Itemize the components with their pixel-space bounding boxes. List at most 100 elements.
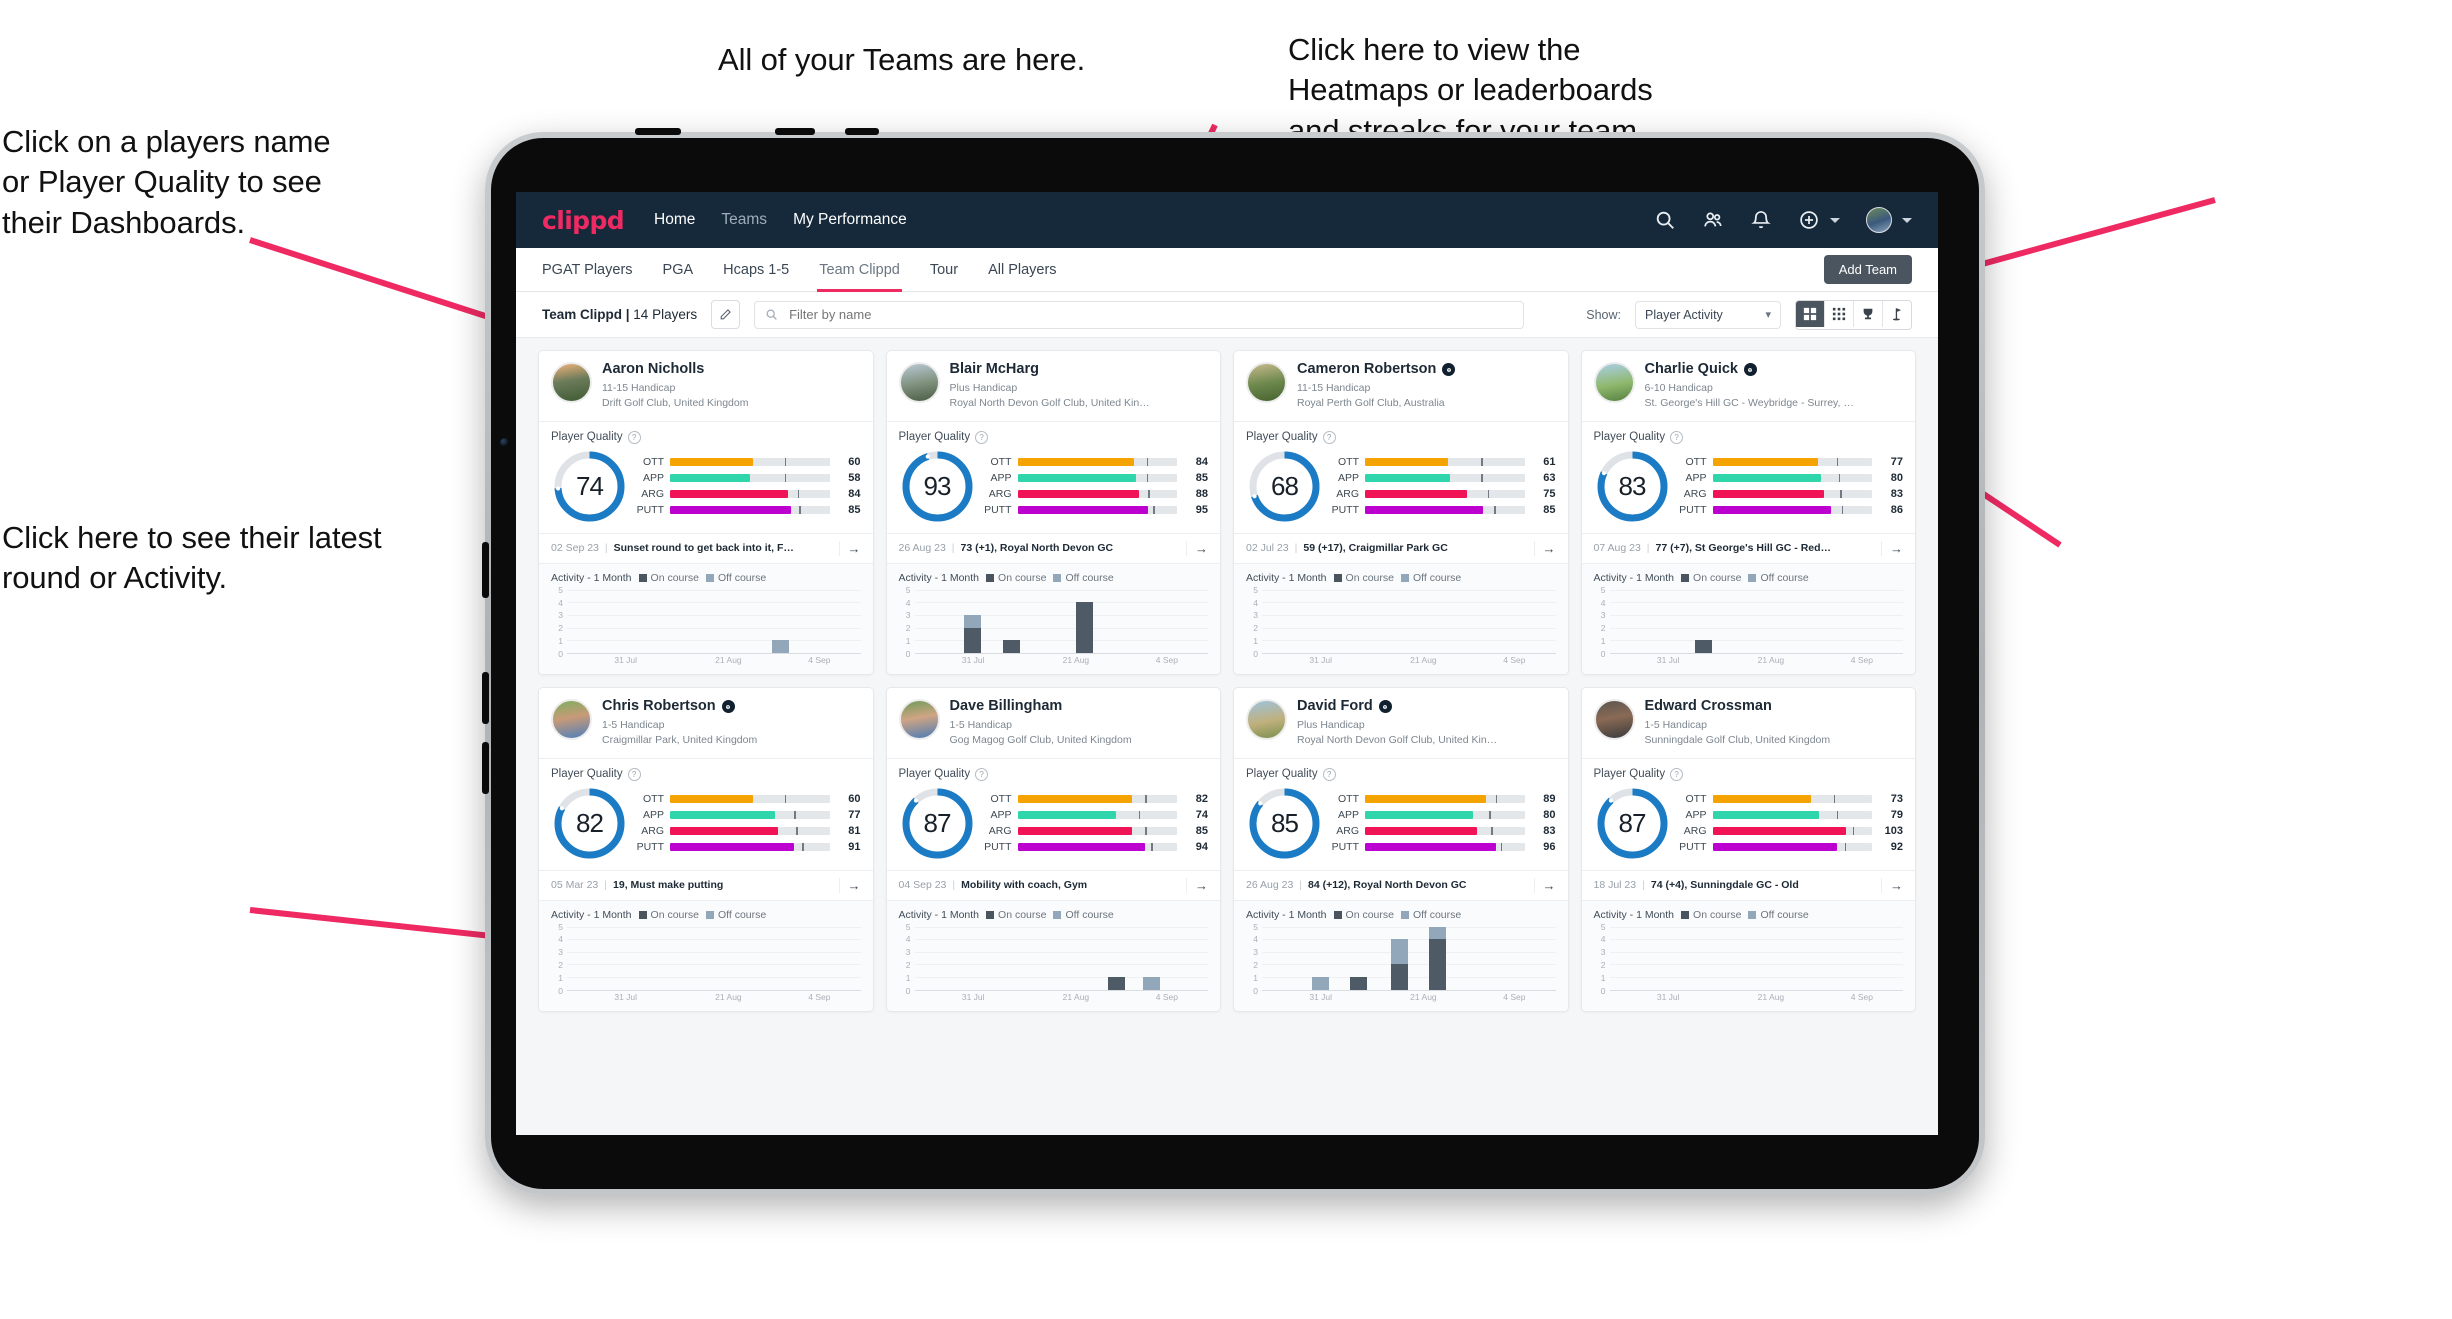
player-header[interactable]: Dave Billingham 1-5 Handicap Gog Magog G… (887, 688, 1221, 758)
player-quality-section[interactable]: Player Quality ? 68 OTT 61 APP 63 ARG 75… (1234, 420, 1568, 533)
trophy-view-icon[interactable] (1854, 300, 1883, 327)
player-card[interactable]: Edward Crossman 1-5 Handicap Sunningdale… (1580, 686, 1916, 1012)
player-quality-section[interactable]: Player Quality ? 85 OTT 89 APP 80 ARG 83… (1234, 757, 1568, 870)
player-avatar[interactable] (551, 362, 592, 403)
activity-bar[interactable] (1143, 976, 1161, 990)
grid-view-icon[interactable] (1796, 300, 1825, 327)
activity-bar[interactable] (1002, 640, 1020, 653)
player-name-row[interactable]: Dave Billingham (950, 698, 1132, 715)
player-name-row[interactable]: Aaron Nicholls (602, 361, 748, 378)
player-card[interactable]: David Ford Plus Handicap Royal North Dev… (1233, 686, 1569, 1012)
tab-all-players[interactable]: All Players (988, 248, 1057, 292)
help-icon[interactable]: ? (975, 430, 989, 444)
player-quality-section[interactable]: Player Quality ? 87 OTT 82 APP 74 ARG 85… (886, 757, 1220, 870)
latest-activity-row[interactable]: 04 Sep 23 | Mobility with coach, Gym → (886, 869, 1220, 900)
search-field[interactable] (754, 300, 1525, 329)
activity-bar[interactable] (1108, 976, 1126, 990)
player-quality-section[interactable]: Player Quality ? 74 OTT 60 APP 58 ARG 84… (539, 420, 873, 533)
activity-bar[interactable] (1694, 640, 1712, 653)
player-name[interactable]: Cameron Robertson (1297, 361, 1436, 378)
player-card[interactable]: Blair McHarg Plus Handicap Royal North D… (885, 350, 1221, 675)
show-select[interactable]: Player Activity ▾ (1635, 300, 1781, 329)
player-name[interactable]: Charlie Quick (1645, 361, 1738, 378)
help-icon[interactable]: ? (1322, 430, 1336, 444)
add-circle-icon[interactable] (1798, 209, 1820, 231)
player-card[interactable]: Chris Robertson 1-5 Handicap Craigmillar… (538, 686, 874, 1012)
avatar[interactable] (1866, 207, 1892, 233)
latest-activity-row[interactable]: 07 Aug 23 | 77 (+7), St George's Hill GC… (1581, 532, 1915, 563)
arrow-right-icon[interactable]: → (1533, 877, 1556, 893)
arrow-right-icon[interactable]: → (1186, 540, 1208, 556)
player-header[interactable]: Aaron Nicholls 11-15 Handicap Drift Golf… (539, 351, 873, 421)
player-avatar[interactable] (898, 698, 940, 740)
nav-item-teams[interactable]: Teams (721, 211, 767, 229)
player-avatar[interactable] (551, 698, 592, 740)
bell-icon[interactable] (1750, 209, 1772, 231)
player-card[interactable]: Aaron Nicholls 11-15 Handicap Drift Golf… (538, 350, 874, 675)
activity-bar[interactable] (1391, 939, 1409, 990)
player-name[interactable]: Aaron Nicholls (602, 361, 704, 378)
arrow-right-icon[interactable]: → (1881, 877, 1903, 893)
player-card[interactable]: Dave Billingham 1-5 Handicap Gog Magog G… (885, 686, 1221, 1012)
player-header[interactable]: Chris Robertson 1-5 Handicap Craigmillar… (539, 688, 873, 758)
player-quality-section[interactable]: Player Quality ? 87 OTT 73 APP 79 ARG 10… (1581, 757, 1915, 870)
latest-activity-row[interactable]: 18 Jul 23 | 74 (+4), Sunningdale GC - Ol… (1581, 869, 1915, 900)
player-avatar[interactable] (1593, 362, 1635, 403)
tab-team-clippd[interactable]: Team Clippd (817, 248, 902, 292)
player-avatar[interactable] (1593, 698, 1635, 740)
latest-activity-row[interactable]: 02 Jul 23 | 59 (+17), Craigmillar Park G… (1234, 532, 1568, 563)
flag-view-icon[interactable] (1883, 300, 1911, 327)
dense-grid-view-icon[interactable] (1825, 300, 1854, 327)
player-name[interactable]: David Ford (1297, 698, 1373, 715)
tab-hcaps-1-5[interactable]: Hcaps 1-5 (723, 248, 789, 292)
add-team-button[interactable]: Add Team (1823, 255, 1912, 284)
help-icon[interactable]: ? (1670, 767, 1684, 781)
arrow-right-icon[interactable]: → (838, 877, 861, 893)
player-header[interactable]: Cameron Robertson 11-15 Handicap Royal P… (1234, 351, 1568, 421)
player-name-row[interactable]: Blair McHarg (950, 361, 1150, 378)
player-header[interactable]: David Ford Plus Handicap Royal North Dev… (1234, 688, 1568, 758)
activity-bar[interactable] (1311, 976, 1329, 990)
player-name[interactable]: Chris Robertson (602, 698, 716, 715)
help-icon[interactable]: ? (975, 767, 989, 781)
help-icon[interactable]: ? (1322, 767, 1336, 781)
player-name-row[interactable]: David Ford (1297, 698, 1497, 715)
player-quality-section[interactable]: Player Quality ? 93 OTT 84 APP 85 ARG 88… (886, 420, 1220, 533)
help-icon[interactable]: ? (1670, 430, 1684, 444)
latest-activity-row[interactable]: 26 Aug 23 | 73 (+1), Royal North Devon G… (886, 532, 1220, 563)
player-name-row[interactable]: Edward Crossman (1645, 698, 1831, 715)
player-avatar[interactable] (1246, 698, 1287, 740)
arrow-right-icon[interactable]: → (838, 540, 861, 556)
add-menu-chevron-down-icon[interactable] (1830, 217, 1840, 223)
activity-bar[interactable] (1075, 602, 1093, 653)
latest-activity-row[interactable]: 26 Aug 23 | 84 (+12), Royal North Devon … (1234, 869, 1568, 900)
player-card[interactable]: Cameron Robertson 11-15 Handicap Royal P… (1233, 350, 1569, 675)
help-icon[interactable]: ? (627, 767, 641, 781)
player-header[interactable]: Blair McHarg Plus Handicap Royal North D… (887, 351, 1221, 421)
search-icon[interactable] (1654, 209, 1676, 231)
player-header[interactable]: Edward Crossman 1-5 Handicap Sunningdale… (1582, 688, 1916, 758)
tab-pga[interactable]: PGA (663, 248, 694, 292)
nav-item-home[interactable]: Home (654, 211, 695, 229)
activity-bar[interactable] (1429, 926, 1447, 990)
activity-bar[interactable] (772, 640, 790, 653)
nav-item-my-performance[interactable]: My Performance (793, 211, 907, 229)
arrow-right-icon[interactable]: → (1881, 540, 1903, 556)
player-card[interactable]: Charlie Quick 6-10 Handicap St. George's… (1580, 350, 1916, 675)
clippd-logo[interactable]: clippd (542, 206, 625, 235)
activity-bar[interactable] (1350, 976, 1368, 990)
activity-bar[interactable] (964, 614, 982, 653)
latest-activity-row[interactable]: 05 Mar 23 | 19, Must make putting → (539, 869, 873, 900)
player-avatar[interactable] (1246, 362, 1287, 403)
player-quality-section[interactable]: Player Quality ? 83 OTT 77 APP 80 ARG 83… (1581, 420, 1915, 533)
profile-chevron-down-icon[interactable] (1902, 217, 1912, 223)
player-name[interactable]: Blair McHarg (950, 361, 1039, 378)
help-icon[interactable]: ? (627, 430, 641, 444)
tab-tour[interactable]: Tour (930, 248, 958, 292)
player-name[interactable]: Edward Crossman (1645, 698, 1772, 715)
tab-pgat-players[interactable]: PGAT Players (542, 248, 633, 292)
arrow-right-icon[interactable]: → (1533, 540, 1556, 556)
player-name-row[interactable]: Cameron Robertson (1297, 361, 1456, 378)
player-name-row[interactable]: Chris Robertson (602, 698, 757, 715)
search-input[interactable] (787, 306, 1514, 323)
